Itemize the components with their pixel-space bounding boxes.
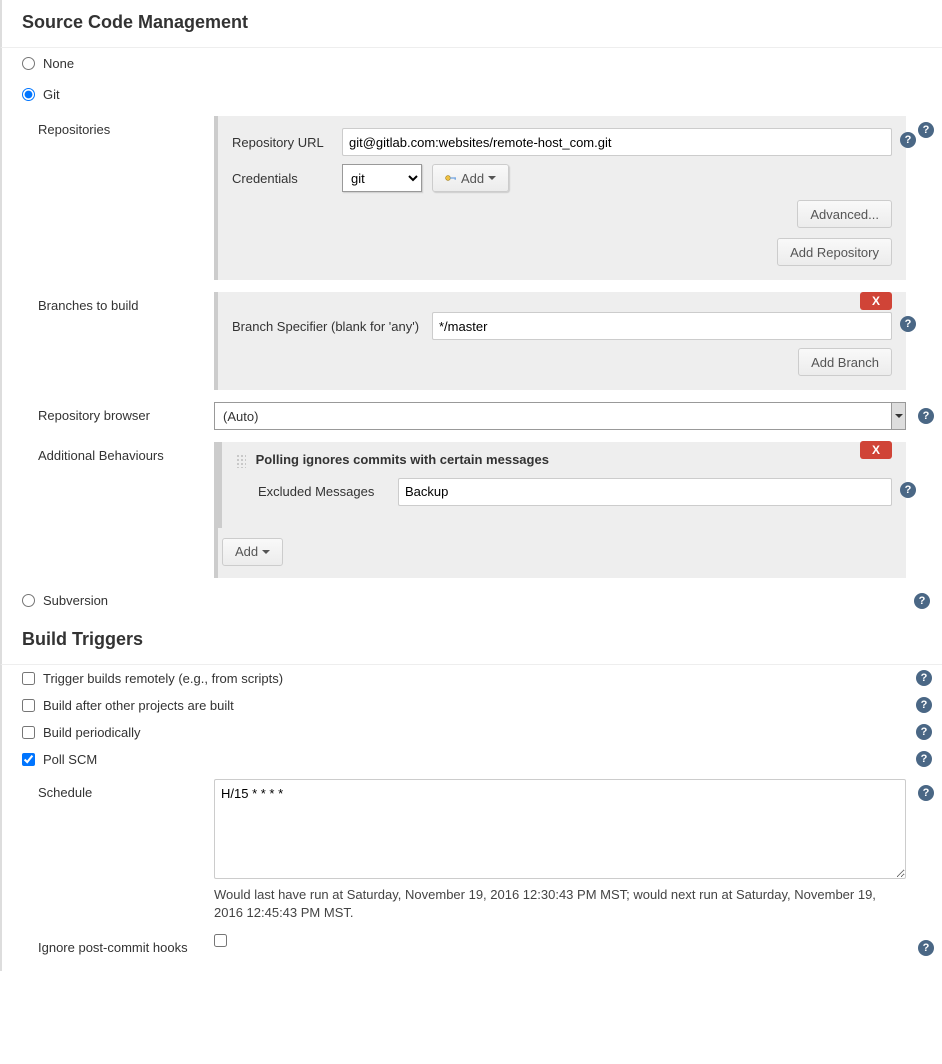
radio-none[interactable] [22,57,35,70]
help-icon[interactable]: ? [916,697,932,713]
trigger-after-label: Build after other projects are built [43,698,234,713]
add-credentials-button[interactable]: Add [432,164,509,192]
trigger-periodic-label: Build periodically [43,725,141,740]
advanced-button[interactable]: Advanced... [797,200,892,228]
ignore-hooks-label: Ignore post-commit hooks [38,934,214,955]
credentials-label: Credentials [232,171,342,186]
schedule-message: Would last have run at Saturday, Novembe… [214,886,906,922]
branch-spec-input[interactable] [432,312,892,340]
repo-url-label: Repository URL [232,135,342,150]
excluded-messages-label: Excluded Messages [258,484,398,499]
scm-option-none[interactable]: None [2,48,942,79]
scm-option-git[interactable]: Git [2,79,942,110]
help-icon[interactable]: ? [900,316,916,332]
trigger-after-checkbox[interactable] [22,699,35,712]
scm-option-subversion[interactable]: Subversion ? [2,584,942,617]
scm-heading: Source Code Management [0,0,942,48]
help-icon[interactable]: ? [916,724,932,740]
radio-git-label: Git [43,87,60,102]
trigger-poll-row[interactable]: Poll SCM ? [2,746,942,773]
trigger-periodic-row[interactable]: Build periodically ? [2,719,942,746]
delete-behaviour-button[interactable]: X [860,441,892,459]
add-behaviour-label: Add [235,544,258,559]
additional-behaviours-label: Additional Behaviours [38,442,214,578]
repo-url-input[interactable] [342,128,892,156]
chevron-down-icon [891,403,905,429]
behaviour-title: Polling ignores commits with certain mes… [256,452,549,467]
repo-browser-select[interactable]: (Auto) [214,402,906,430]
radio-git[interactable] [22,88,35,101]
trigger-remote-checkbox[interactable] [22,672,35,685]
schedule-label: Schedule [38,779,214,922]
repositories-label: Repositories [38,116,214,280]
trigger-after-row[interactable]: Build after other projects are built ? [2,692,942,719]
ignore-hooks-checkbox[interactable] [214,934,227,947]
help-icon[interactable]: ? [918,785,934,801]
delete-branch-button[interactable]: X [860,292,892,310]
trigger-poll-checkbox[interactable] [22,753,35,766]
chevron-down-icon [488,176,496,180]
add-branch-button[interactable]: Add Branch [798,348,892,376]
chevron-down-icon [262,550,270,554]
branches-label: Branches to build [38,292,214,390]
add-repository-button[interactable]: Add Repository [777,238,892,266]
help-icon[interactable]: ? [914,593,930,609]
build-triggers-heading: Build Triggers [0,617,942,665]
add-credentials-label: Add [461,171,484,186]
help-icon[interactable]: ? [918,408,934,424]
trigger-poll-label: Poll SCM [43,752,97,767]
trigger-remote-row[interactable]: Trigger builds remotely (e.g., from scri… [2,665,942,692]
help-icon[interactable]: ? [918,940,934,956]
schedule-input[interactable] [214,779,906,879]
repo-browser-label: Repository browser [38,402,214,430]
credentials-select[interactable]: git [342,164,422,192]
repo-browser-value: (Auto) [215,409,258,424]
help-icon[interactable]: ? [916,751,932,767]
drag-handle-icon[interactable] [236,454,246,468]
help-icon[interactable]: ? [918,122,934,138]
branch-spec-label: Branch Specifier (blank for 'any') [232,319,432,334]
excluded-messages-input[interactable] [398,478,892,506]
trigger-periodic-checkbox[interactable] [22,726,35,739]
add-behaviour-button[interactable]: Add [222,538,283,566]
radio-none-label: None [43,56,74,71]
trigger-remote-label: Trigger builds remotely (e.g., from scri… [43,671,283,686]
help-icon[interactable]: ? [900,132,916,148]
radio-subversion[interactable] [22,594,35,607]
help-icon[interactable]: ? [900,482,916,498]
help-icon[interactable]: ? [916,670,932,686]
key-icon [445,174,457,182]
radio-subversion-label: Subversion [43,593,108,608]
